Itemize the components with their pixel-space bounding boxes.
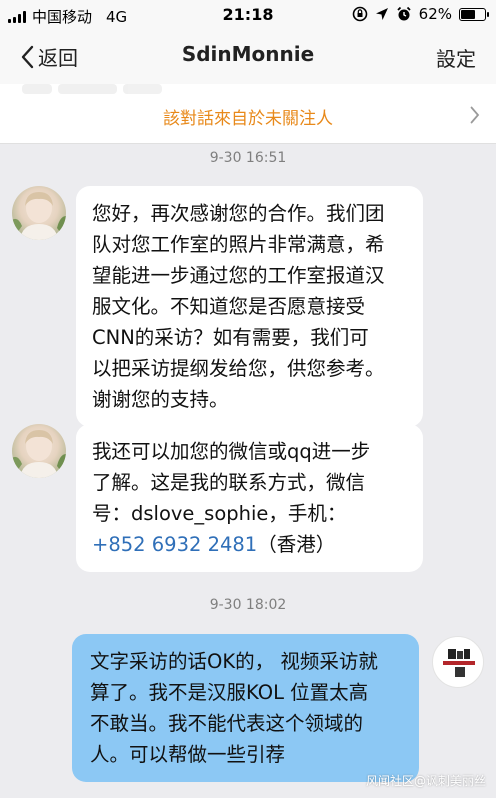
incoming-message[interactable]: 我还可以加您的微信或qq进一步 了解。这是我的联系方式，微信 号：dslove_… bbox=[76, 424, 423, 572]
chevron-right-icon bbox=[470, 106, 480, 124]
stranger-notice-bar[interactable]: 該對話來自於未關注人 bbox=[0, 84, 496, 144]
nav-bar: 返回 SdinMonnie 設定 bbox=[0, 30, 496, 84]
status-right: 62% bbox=[352, 5, 489, 23]
avatar[interactable] bbox=[12, 186, 66, 240]
orientation-lock-icon bbox=[352, 6, 367, 22]
timestamp: 9-30 18:02 bbox=[209, 597, 287, 613]
message-line: 人。可以帮做一些引荐 bbox=[90, 743, 286, 766]
ghost-overlay bbox=[22, 84, 162, 96]
status-bar: 中国移动 4G 21:18 62% bbox=[0, 0, 496, 30]
message-line: 文字采访的话OK的， 视频采访就 bbox=[90, 650, 378, 673]
message-line: CNN的采访？如有需要，我们可 bbox=[92, 326, 369, 349]
location-icon bbox=[375, 8, 388, 20]
battery-icon bbox=[459, 7, 489, 21]
phone-number-link[interactable]: +852 6932 2481 bbox=[92, 533, 257, 556]
stranger-notice-text: 該對話來自於未關注人 bbox=[163, 109, 333, 129]
message-line: 谢谢您的支持。 bbox=[92, 388, 229, 411]
message-line: 以把采访提纲发给您，供您参考。 bbox=[92, 357, 385, 380]
message-line: 望能进一步通过您的工作室报道汉 bbox=[92, 264, 385, 287]
avatar[interactable] bbox=[12, 424, 66, 478]
outgoing-message[interactable]: 文字采访的话OK的， 视频采访就 算了。我不是汉服KOL 位置太高 不敢当。我不… bbox=[72, 634, 419, 782]
alarm-icon bbox=[397, 6, 411, 21]
avatar-icon bbox=[12, 430, 66, 478]
page-title: SdinMonnie bbox=[181, 42, 315, 66]
timestamp: 9-30 16:51 bbox=[209, 150, 287, 166]
my-avatar[interactable] bbox=[432, 636, 484, 688]
message-line: 服文化。不知道您是否愿意接受 bbox=[92, 295, 366, 318]
avatar-icon bbox=[12, 192, 66, 240]
message-line: 您好，再次感谢您的合作。我们团 bbox=[92, 202, 385, 225]
message-line: 不敢当。我不能代表这个领域的 bbox=[90, 712, 364, 735]
incoming-message[interactable]: 您好，再次感谢您的合作。我们团 队对您工作室的照片非常满意，希 望能进一步通过您… bbox=[76, 186, 423, 427]
avatar-icon bbox=[443, 649, 475, 677]
phone-region: （香港） bbox=[257, 533, 336, 556]
message-line: 队对您工作室的照片非常满意，希 bbox=[92, 233, 385, 256]
message-line: 我还可以加您的微信或qq进一步 bbox=[92, 440, 371, 463]
battery-percent: 62% bbox=[418, 5, 452, 23]
message-line: +852 6932 2481（香港） bbox=[92, 529, 409, 560]
message-line: 了解。这是我的联系方式，微信 bbox=[92, 471, 366, 494]
message-line: 号：dslove_sophie，手机： bbox=[92, 502, 347, 525]
message-line: 算了。我不是汉服KOL 位置太高 bbox=[90, 681, 369, 704]
battery-fill bbox=[461, 9, 476, 19]
watermark: 风闻社区@讽刺美丽丝 bbox=[365, 774, 486, 788]
settings-button[interactable]: 設定 bbox=[436, 43, 476, 72]
